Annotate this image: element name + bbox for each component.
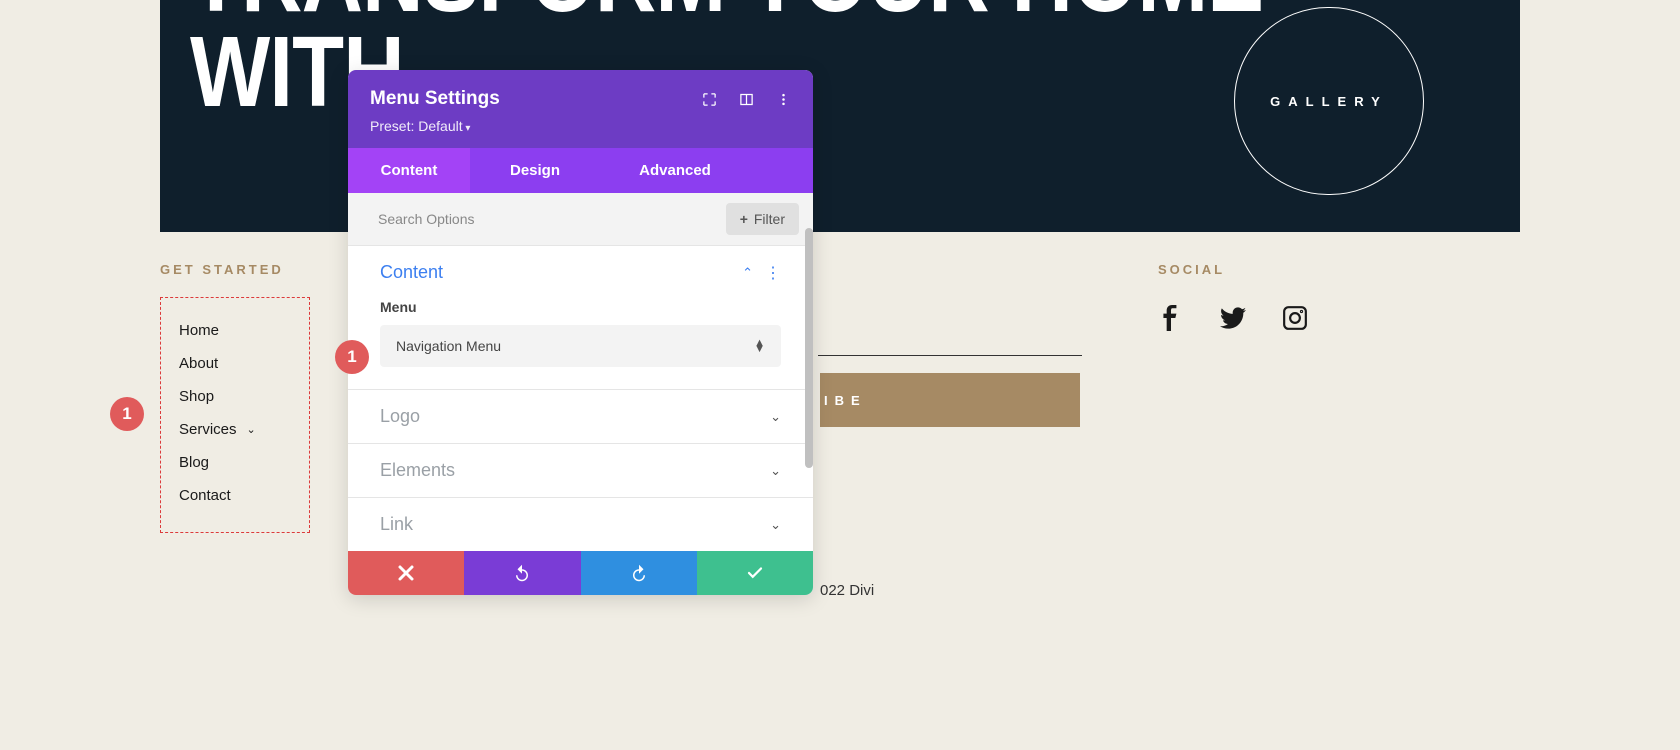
nav-item-label: About xyxy=(179,355,218,372)
nav-item-shop[interactable]: Shop xyxy=(179,380,291,413)
subscribe-button[interactable]: IBE xyxy=(820,373,1080,427)
panel-scrollbar[interactable] xyxy=(805,228,813,551)
redo-button[interactable] xyxy=(581,551,697,595)
twitter-icon[interactable] xyxy=(1220,305,1246,338)
menu-select-value: Navigation Menu xyxy=(396,338,754,354)
expand-icon[interactable] xyxy=(702,92,717,107)
panel-action-bar xyxy=(348,551,813,595)
chevron-down-icon: ⌄ xyxy=(247,423,256,436)
nav-item-label: Services xyxy=(179,421,237,438)
group-title: Logo xyxy=(380,406,770,427)
social-heading: SOCIAL xyxy=(1158,262,1308,277)
menu-select[interactable]: Navigation Menu ▲▼ xyxy=(380,325,781,367)
nav-item-home[interactable]: Home xyxy=(179,314,291,347)
nav-menu-preview: Home About Shop Services ⌄ Blog Contact xyxy=(160,297,310,533)
menu-field-label: Menu xyxy=(380,299,781,315)
group-elements[interactable]: Elements ⌄ xyxy=(348,443,813,497)
social-column: SOCIAL xyxy=(1158,262,1308,338)
nav-item-services[interactable]: Services ⌄ xyxy=(179,413,291,446)
select-arrows-icon: ▲▼ xyxy=(754,340,765,352)
panel-header[interactable]: Menu Settings Preset: Default xyxy=(348,70,813,148)
divider-line xyxy=(818,355,1082,356)
chevron-down-icon: ⌄ xyxy=(770,409,781,425)
group-title: Link xyxy=(380,514,770,535)
tab-content[interactable]: Content xyxy=(348,148,470,193)
responsive-icon[interactable] xyxy=(739,92,754,107)
nav-item-label: Contact xyxy=(179,487,231,504)
instagram-icon[interactable] xyxy=(1282,305,1308,338)
copyright-text: 022 Divi xyxy=(820,582,874,599)
group-logo[interactable]: Logo ⌄ xyxy=(348,389,813,443)
content-group-body: Menu Navigation Menu ▲▼ xyxy=(348,299,813,389)
scrollbar-thumb[interactable] xyxy=(805,228,813,468)
kebab-menu-icon[interactable] xyxy=(776,92,791,107)
preset-selector[interactable]: Preset: Default xyxy=(370,118,791,134)
filter-button[interactable]: Filter xyxy=(726,203,799,235)
group-title: Elements xyxy=(380,460,770,481)
social-icons xyxy=(1158,305,1308,338)
group-content[interactable]: Content ⌃ ⋮ xyxy=(348,245,813,299)
undo-button[interactable] xyxy=(464,551,580,595)
gallery-button[interactable]: GALLERY xyxy=(1234,7,1424,195)
nav-item-label: Shop xyxy=(179,388,214,405)
group-options-icon[interactable]: ⋮ xyxy=(765,263,781,283)
nav-item-label: Blog xyxy=(179,454,209,471)
nav-item-label: Home xyxy=(179,322,219,339)
search-input[interactable] xyxy=(362,203,726,235)
tab-advanced[interactable]: Advanced xyxy=(600,148,750,193)
chevron-up-icon: ⌃ xyxy=(742,265,753,281)
nav-item-about[interactable]: About xyxy=(179,347,291,380)
tab-design[interactable]: Design xyxy=(470,148,600,193)
annotation-badge-2: 1 xyxy=(335,340,369,374)
chevron-down-icon: ⌄ xyxy=(770,517,781,533)
panel-title: Menu Settings xyxy=(370,88,702,110)
cancel-button[interactable] xyxy=(348,551,464,595)
nav-item-contact[interactable]: Contact xyxy=(179,479,291,512)
search-row: Filter xyxy=(348,193,813,245)
save-button[interactable] xyxy=(697,551,813,595)
group-title: Content xyxy=(380,262,742,283)
chevron-down-icon: ⌄ xyxy=(770,463,781,479)
nav-item-blog[interactable]: Blog xyxy=(179,446,291,479)
facebook-icon[interactable] xyxy=(1158,305,1184,338)
menu-settings-panel: Menu Settings Preset: Default Content De… xyxy=(348,70,813,595)
group-link[interactable]: Link ⌄ xyxy=(348,497,813,551)
annotation-badge-1: 1 xyxy=(110,397,144,431)
panel-tabs: Content Design Advanced xyxy=(348,148,813,193)
